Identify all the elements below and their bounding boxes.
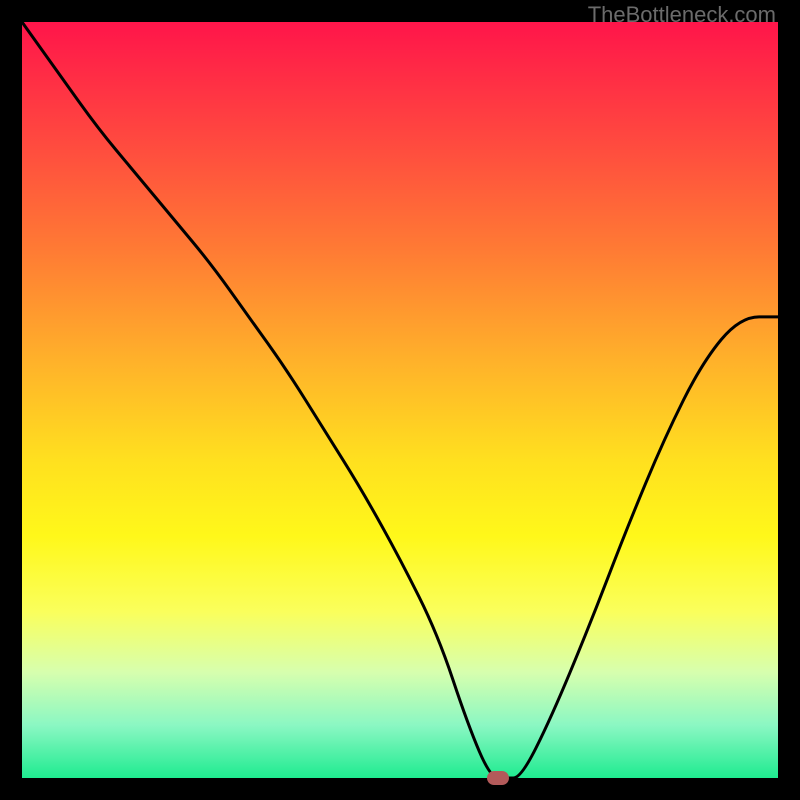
chart-frame: TheBottleneck.com bbox=[0, 0, 800, 800]
chart-plot-area bbox=[22, 22, 778, 778]
bottleneck-curve bbox=[22, 22, 778, 778]
optimal-marker bbox=[487, 771, 509, 785]
